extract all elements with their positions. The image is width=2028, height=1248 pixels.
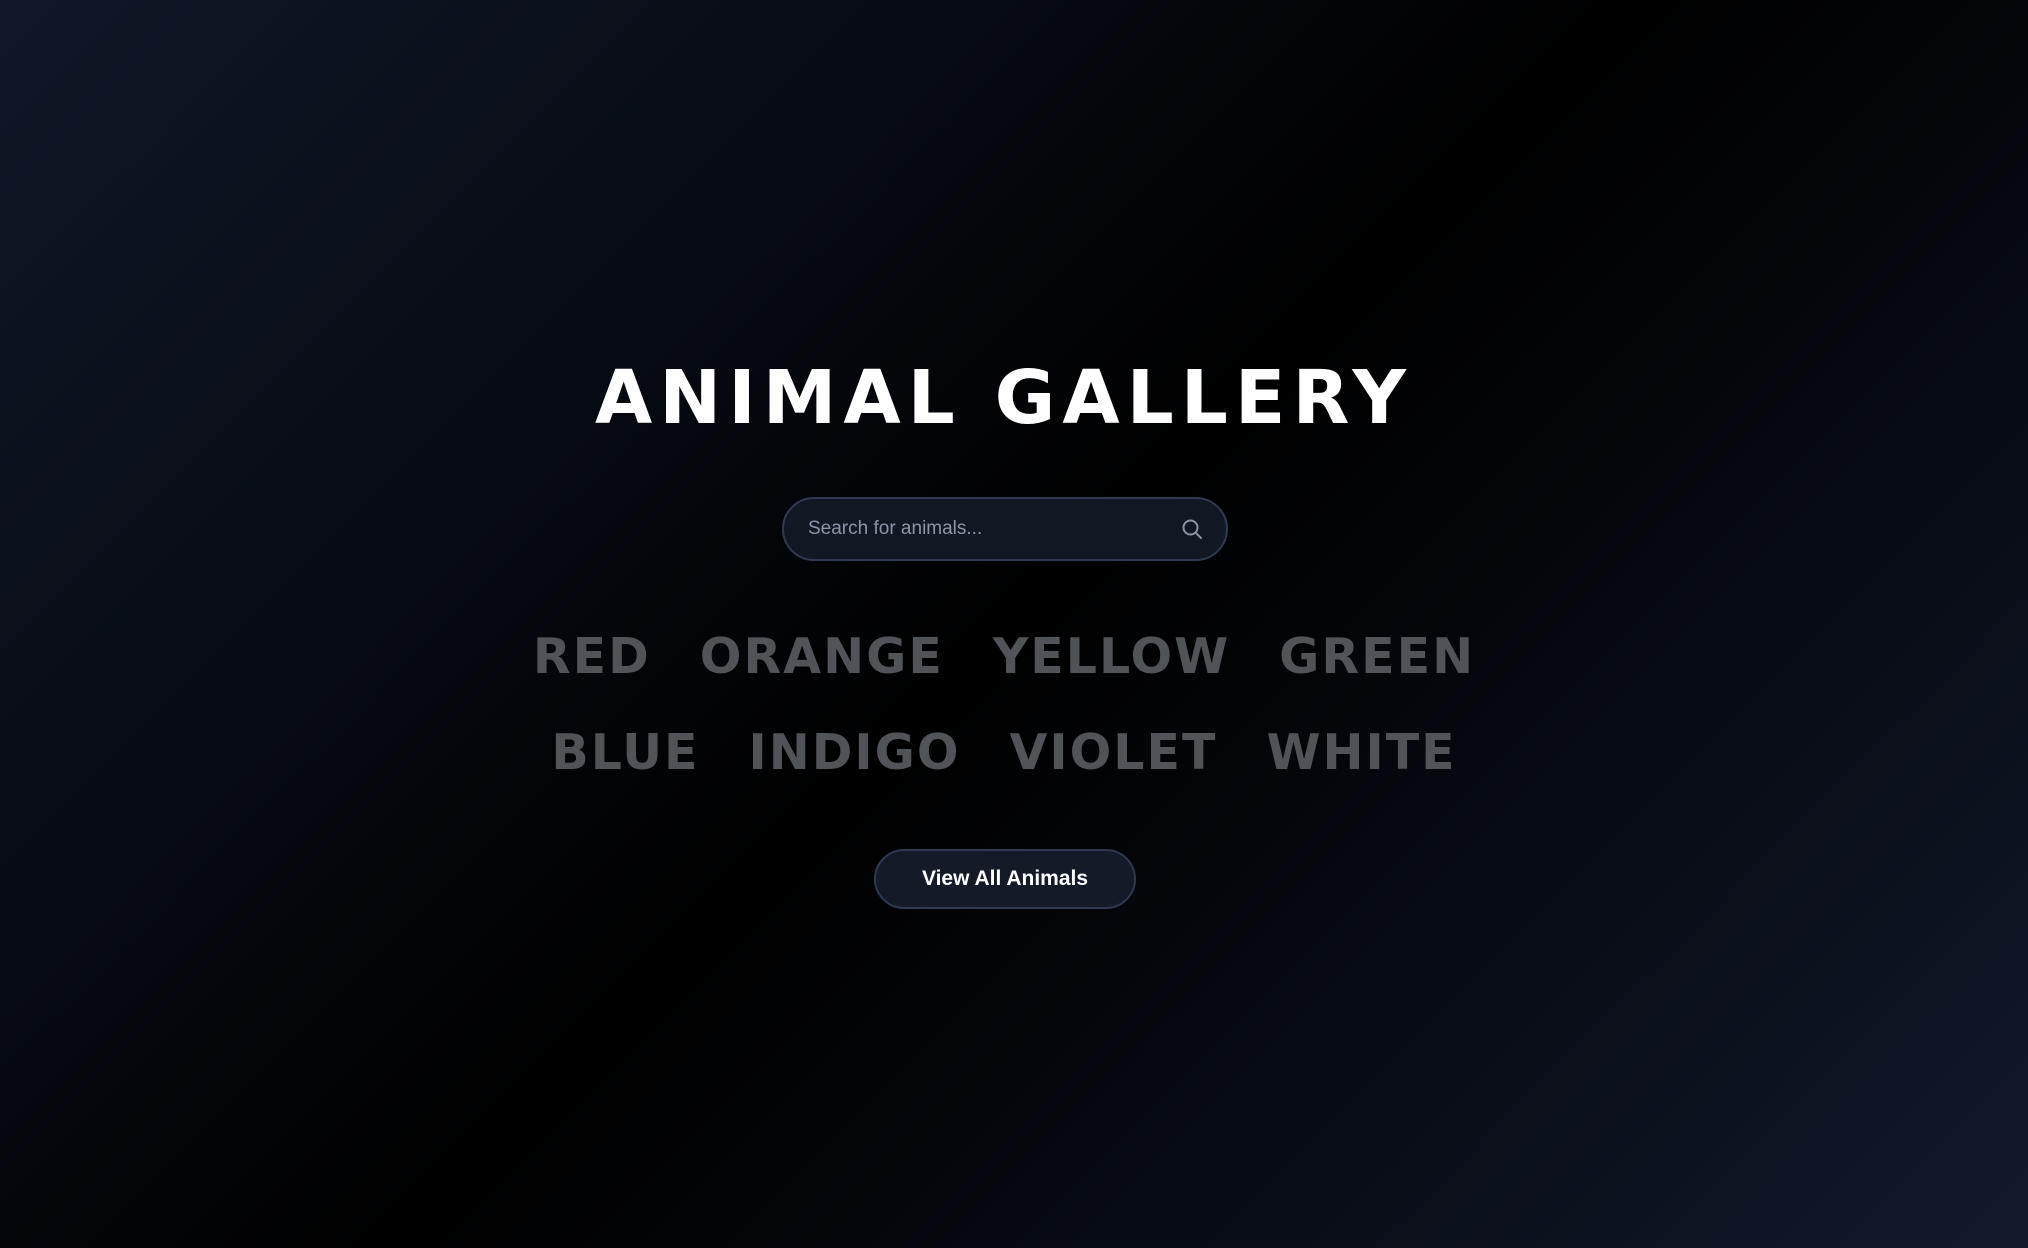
view-all-animals-button[interactable]: View All Animals <box>874 849 1136 909</box>
color-filter-white[interactable]: WHITE <box>1266 708 1456 798</box>
color-filter-violet[interactable]: VIOLET <box>1010 708 1218 798</box>
color-filter-indigo[interactable]: INDIGO <box>748 708 960 798</box>
search-icon[interactable] <box>1164 499 1220 559</box>
color-filter-list: RED ORANGE YELLOW GREEN BLUE INDIGO VIOL… <box>464 612 1544 798</box>
color-filter-orange[interactable]: ORANGE <box>700 612 944 702</box>
search-bar <box>782 497 1228 561</box>
color-filter-blue[interactable]: BLUE <box>551 708 699 798</box>
color-filter-yellow[interactable]: YELLOW <box>993 612 1230 702</box>
color-filter-red[interactable]: RED <box>533 612 651 702</box>
search-input[interactable] <box>784 499 1164 559</box>
page-title: ANIMAL GALLERY <box>595 355 1413 441</box>
animal-gallery-page: ANIMAL GALLERY RED ORANGE YELLOW GREEN B… <box>0 0 2028 1248</box>
color-filter-green[interactable]: GREEN <box>1279 612 1475 702</box>
